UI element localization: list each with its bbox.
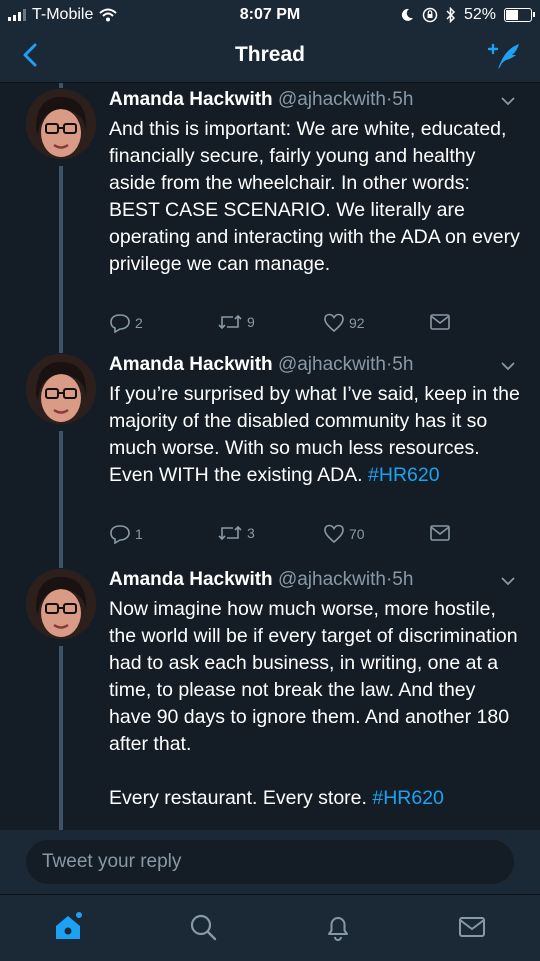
tweet-time: 5h: [392, 569, 414, 590]
tweet-actions: 2 9 92: [109, 313, 454, 337]
hashtag-link[interactable]: #HR620: [372, 787, 444, 809]
author-handle[interactable]: @ajhackwith: [278, 569, 386, 590]
retweet-count: 3: [247, 525, 255, 541]
like-count: 70: [349, 526, 365, 542]
like-count: 92: [349, 315, 365, 331]
reply-button[interactable]: 1: [109, 524, 143, 544]
tweet-text: And this is important: We are white, edu…: [109, 118, 526, 275]
envelope-icon: [430, 525, 450, 541]
search-icon[interactable]: [187, 911, 219, 943]
envelope-icon[interactable]: [456, 911, 488, 943]
battery-percent: 52%: [463, 6, 496, 23]
envelope-icon: [430, 314, 450, 330]
retweet-icon: [218, 525, 242, 541]
thread-list[interactable]: Amanda Hackwith @ajhackwith·5h And this …: [0, 83, 540, 830]
tweet[interactable]: Amanda Hackwith @ajhackwith·5h If you’re…: [0, 348, 540, 563]
reply-input[interactable]: Tweet your reply: [26, 840, 514, 884]
reply-bar: Tweet your reply: [0, 830, 540, 894]
tweet-time: 5h: [392, 354, 414, 375]
retweet-count: 9: [247, 314, 255, 330]
thread-connector: [59, 348, 63, 353]
hashtag-link[interactable]: #HR620: [368, 464, 440, 486]
tweet-time: 5h: [392, 89, 414, 110]
bluetooth-icon: [446, 7, 456, 23]
page-title: Thread: [234, 43, 305, 66]
retweet-button[interactable]: 9: [217, 313, 255, 331]
tweet[interactable]: Amanda Hackwith @ajhackwith·5h Now imagi…: [0, 563, 540, 830]
thread-connector: [59, 431, 63, 563]
author-name[interactable]: Amanda Hackwith: [109, 89, 273, 110]
moon-icon: [401, 8, 413, 21]
share-button[interactable]: [429, 524, 451, 542]
author-name[interactable]: Amanda Hackwith: [109, 569, 273, 590]
heart-icon: [324, 524, 344, 544]
reply-icon: [110, 525, 130, 544]
avatar[interactable]: [26, 89, 96, 159]
avatar[interactable]: [26, 354, 96, 424]
author-name[interactable]: Amanda Hackwith: [109, 354, 273, 375]
reply-button[interactable]: 2: [109, 313, 143, 333]
thread-connector: [59, 166, 63, 348]
thread-connector: [59, 563, 63, 568]
tweet-text: If you’re surprised by what I’ve said, k…: [109, 383, 526, 486]
avatar[interactable]: [26, 569, 96, 639]
bell-icon[interactable]: [322, 911, 354, 943]
tweet-text: Now imagine how much worse, more hostile…: [109, 598, 518, 809]
nav-bar: Thread: [0, 30, 540, 83]
home-icon[interactable]: [52, 911, 84, 943]
tweet-header: Amanda Hackwith @ajhackwith·5h: [109, 569, 414, 590]
tweet-header: Amanda Hackwith @ajhackwith·5h: [109, 354, 414, 375]
thread-connector: [59, 646, 63, 830]
like-button[interactable]: 70: [323, 524, 365, 544]
share-button[interactable]: [429, 313, 451, 331]
tweet-header: Amanda Hackwith @ajhackwith·5h: [109, 89, 414, 110]
chevron-down-icon[interactable]: [500, 360, 516, 372]
reply-count: 1: [135, 526, 143, 542]
tab-bar: [0, 894, 540, 961]
tweet-actions: 1 3 70: [109, 524, 454, 548]
reply-icon: [110, 314, 130, 333]
status-bar: T-Mobile 8:07 PM 52%: [0, 0, 540, 30]
reply-count: 2: [135, 315, 143, 331]
retweet-button[interactable]: 3: [217, 524, 255, 542]
heart-icon: [324, 313, 344, 333]
author-handle[interactable]: @ajhackwith: [278, 354, 386, 375]
compose-tweet-icon[interactable]: [486, 40, 522, 72]
author-handle[interactable]: @ajhackwith: [278, 89, 386, 110]
retweet-icon: [218, 314, 242, 330]
chevron-down-icon[interactable]: [500, 95, 516, 107]
chevron-down-icon[interactable]: [500, 575, 516, 587]
like-button[interactable]: 92: [323, 313, 365, 333]
tweet[interactable]: Amanda Hackwith @ajhackwith·5h And this …: [0, 83, 540, 348]
battery-icon: [504, 8, 535, 22]
orientation-lock-icon: [422, 7, 438, 23]
